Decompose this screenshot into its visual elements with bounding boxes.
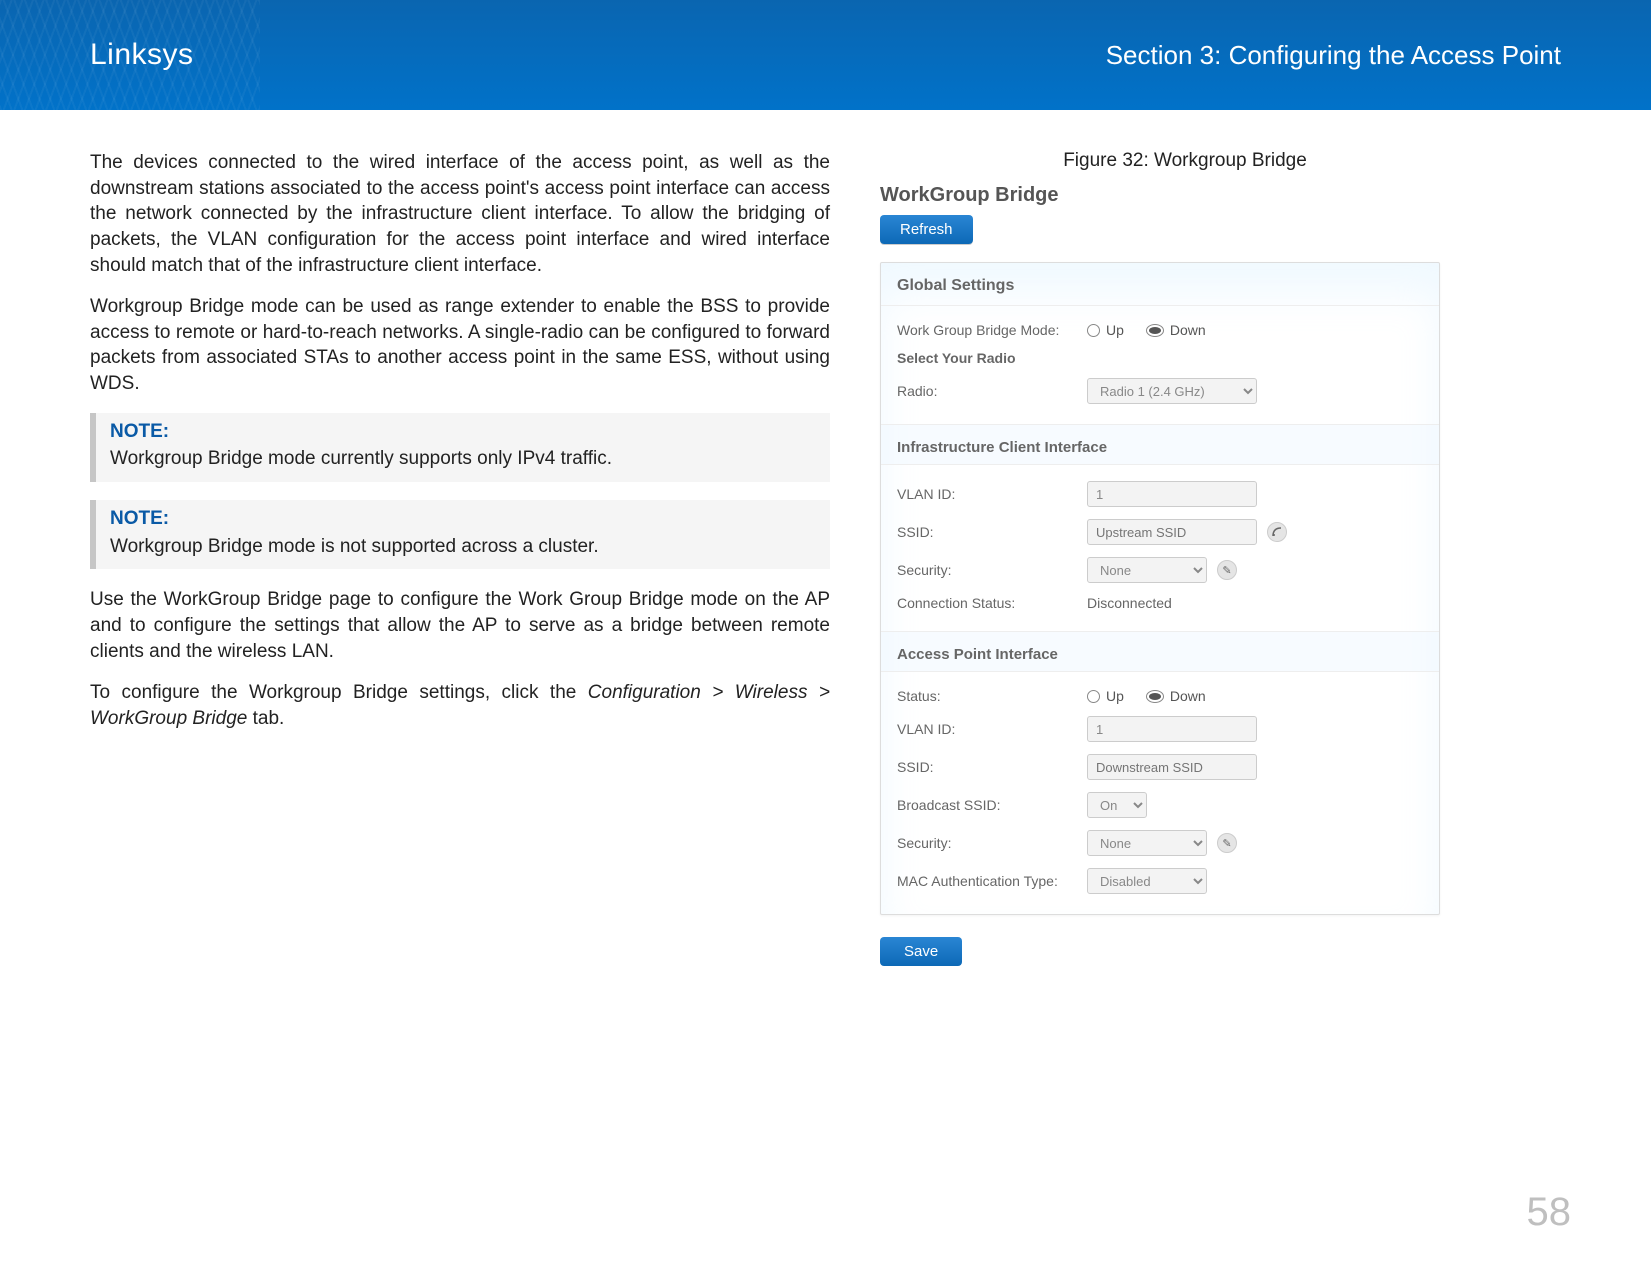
- radio-down-label: Down: [1170, 322, 1206, 338]
- radio-up[interactable]: [1087, 690, 1100, 703]
- note-box: NOTE: Workgroup Bridge mode is not suppo…: [90, 500, 830, 569]
- edit-icon[interactable]: ✎: [1217, 833, 1237, 853]
- label: MAC Authentication Type:: [897, 873, 1077, 889]
- text: To configure the Workgroup Bridge settin…: [90, 682, 588, 703]
- row-ssid: SSID:: [897, 513, 1423, 551]
- label: Security:: [897, 835, 1077, 851]
- label: SSID:: [897, 759, 1077, 775]
- status-radio-group[interactable]: Up Down: [1087, 688, 1206, 704]
- row-ssid2: SSID:: [897, 748, 1423, 786]
- paragraph: Use the WorkGroup Bridge page to configu…: [90, 587, 830, 664]
- radio-up-label: Up: [1106, 688, 1124, 704]
- row-security2: Security: None ✎: [897, 824, 1423, 862]
- upstream-ssid-input[interactable]: [1087, 519, 1257, 545]
- save-button[interactable]: Save: [880, 937, 962, 966]
- label: VLAN ID:: [897, 721, 1077, 737]
- label: Work Group Bridge Mode:: [897, 322, 1077, 338]
- broadcast-select[interactable]: On: [1087, 792, 1147, 818]
- figure-screenshot: WorkGroup Bridge Refresh Global Settings…: [880, 184, 1440, 966]
- vlan-input[interactable]: [1087, 481, 1257, 507]
- page-body: The devices connected to the wired inter…: [0, 110, 1651, 966]
- ici-header: Infrastructure Client Interface: [881, 424, 1439, 465]
- panel-title: WorkGroup Bridge: [880, 184, 1440, 207]
- radio-down-label: Down: [1170, 688, 1206, 704]
- row-radio: Radio: Radio 1 (2.4 GHz): [897, 372, 1423, 410]
- label: Security:: [897, 562, 1077, 578]
- conn-status-value: Disconnected: [1087, 595, 1172, 611]
- label: Status:: [897, 688, 1077, 704]
- radio-down[interactable]: [1146, 690, 1164, 703]
- brand: Linksys: [90, 38, 194, 72]
- global-settings-header: Global Settings: [881, 263, 1439, 306]
- text: tab.: [247, 708, 284, 729]
- label: SSID:: [897, 524, 1077, 540]
- left-column: The devices connected to the wired inter…: [90, 150, 830, 966]
- radio-up-label: Up: [1106, 322, 1124, 338]
- api-header: Access Point Interface: [881, 631, 1439, 672]
- figure-caption: Figure 32: Workgroup Bridge: [870, 150, 1560, 172]
- row-vlan2: VLAN ID:: [897, 710, 1423, 748]
- row-conn-status: Connection Status: Disconnected: [897, 589, 1423, 617]
- row-security: Security: None ✎: [897, 551, 1423, 589]
- row-mac-auth: MAC Authentication Type: Disabled: [897, 862, 1423, 900]
- vlan2-input[interactable]: [1087, 716, 1257, 742]
- note-body: Workgroup Bridge mode is not supported a…: [110, 534, 818, 560]
- select-radio-header: Select Your Radio: [897, 344, 1423, 372]
- radio-down[interactable]: [1146, 324, 1164, 337]
- label: VLAN ID:: [897, 486, 1077, 502]
- note-title: NOTE:: [110, 419, 818, 445]
- mac-auth-select[interactable]: Disabled: [1087, 868, 1207, 894]
- note-title: NOTE:: [110, 506, 818, 532]
- row-broadcast: Broadcast SSID: On: [897, 786, 1423, 824]
- edit-icon[interactable]: ✎: [1217, 560, 1237, 580]
- section-title: Section 3: Configuring the Access Point: [1106, 40, 1561, 71]
- note-body: Workgroup Bridge mode currently supports…: [110, 446, 818, 472]
- radio-select[interactable]: Radio 1 (2.4 GHz): [1087, 378, 1257, 404]
- security2-select[interactable]: None: [1087, 830, 1207, 856]
- label: Radio:: [897, 383, 1077, 399]
- wgb-mode-radio-group[interactable]: Up Down: [1087, 322, 1206, 338]
- label: Broadcast SSID:: [897, 797, 1077, 813]
- paragraph: The devices connected to the wired inter…: [90, 150, 830, 278]
- note-box: NOTE: Workgroup Bridge mode currently su…: [90, 413, 830, 482]
- downstream-ssid-input[interactable]: [1087, 754, 1257, 780]
- scan-icon[interactable]: [1267, 522, 1287, 542]
- row-status: Status: Up Down: [897, 682, 1423, 710]
- radio-up[interactable]: [1087, 324, 1100, 337]
- paragraph: To configure the Workgroup Bridge settin…: [90, 680, 830, 731]
- row-wgb-mode: Work Group Bridge Mode: Up Down: [897, 316, 1423, 344]
- label: Connection Status:: [897, 595, 1077, 611]
- page-header: Linksys Section 3: Configuring the Acces…: [0, 0, 1651, 110]
- paragraph: Workgroup Bridge mode can be used as ran…: [90, 294, 830, 397]
- page-number: 58: [1527, 1190, 1572, 1235]
- row-vlan: VLAN ID:: [897, 475, 1423, 513]
- right-column: Figure 32: Workgroup Bridge WorkGroup Br…: [870, 150, 1560, 966]
- refresh-button[interactable]: Refresh: [880, 215, 973, 244]
- security-select[interactable]: None: [1087, 557, 1207, 583]
- settings-panel: Global Settings Work Group Bridge Mode: …: [880, 262, 1440, 915]
